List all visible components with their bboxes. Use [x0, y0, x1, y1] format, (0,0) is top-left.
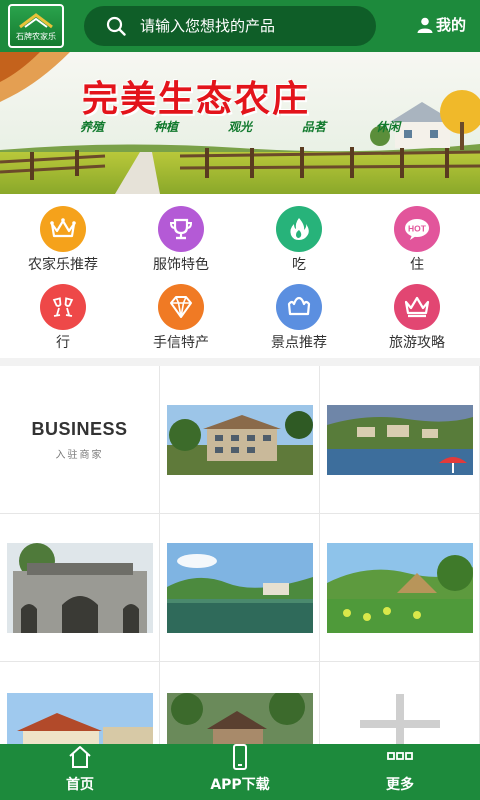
- roof-logo-icon: [19, 13, 53, 29]
- category-icon-bg: [40, 284, 86, 330]
- category-icon-bg: HOT: [394, 206, 440, 252]
- phone-icon: [233, 744, 247, 770]
- svg-text:HOT: HOT: [408, 224, 427, 234]
- garden-pavilion-photo: [326, 542, 473, 633]
- tab-label: APP下载: [210, 777, 270, 793]
- merchant-card[interactable]: [160, 514, 319, 661]
- banner-tags: 养殖 种植 观光 品茗 休闲: [80, 118, 400, 135]
- flame-icon: [290, 218, 309, 240]
- category-xing[interactable]: 行: [3, 284, 123, 352]
- business-entry: BUSINESS 入驻商家: [31, 419, 127, 461]
- merchant-card[interactable]: [160, 366, 319, 513]
- category-jingdian[interactable]: 景点推荐: [239, 284, 359, 352]
- tab-home[interactable]: 首页: [0, 744, 160, 800]
- category-label: 景点推荐: [271, 335, 327, 351]
- category-label: 行: [56, 335, 70, 351]
- merchant-card[interactable]: [320, 514, 479, 661]
- banner-tag: 休闲: [375, 120, 400, 134]
- crown-icon: [50, 218, 76, 238]
- category-icon-bg: [276, 206, 322, 252]
- crown-icon: [287, 296, 311, 316]
- diamond-icon: [170, 296, 192, 318]
- category-label: 手信特产: [153, 335, 209, 351]
- app-logo[interactable]: 石牌农家乐: [8, 4, 64, 48]
- business-title: BUSINESS: [31, 418, 128, 439]
- trophy-icon: [169, 218, 193, 240]
- category-icon-bg: [40, 206, 86, 252]
- top-bar: 石牌农家乐 我的: [0, 0, 480, 52]
- category-icon-bg: [158, 206, 204, 252]
- category-icon-bg: [158, 284, 204, 330]
- category-chi[interactable]: 吃: [239, 206, 359, 274]
- logo-text: 石牌农家乐: [16, 32, 56, 41]
- category-grid: 农家乐推荐 服饰特色 吃 HOT 住 行 手信特产 景点推荐 旅游攻略: [0, 194, 480, 358]
- category-shouxin[interactable]: 手信特产: [121, 284, 241, 352]
- category-zhu[interactable]: HOT 住: [357, 206, 477, 274]
- tab-label: 更多: [386, 777, 414, 793]
- merchant-card[interactable]: [160, 662, 319, 744]
- placeholder-plus-icon: [359, 693, 440, 744]
- tab-more[interactable]: 更多: [320, 744, 480, 800]
- bottom-nav: 首页 APP下载 更多: [0, 744, 480, 800]
- account-label: 我的: [435, 16, 466, 34]
- merchant-card[interactable]: [0, 514, 159, 661]
- banner-tag: 观光: [227, 120, 252, 134]
- village-photo: [166, 692, 313, 744]
- banner-tag: 种植: [153, 120, 178, 134]
- stone-gate-photo: [6, 542, 153, 633]
- category-nongjiale[interactable]: 农家乐推荐: [3, 206, 123, 274]
- more-icon: [387, 752, 413, 760]
- crown-icon: [404, 296, 430, 318]
- category-gonglue[interactable]: 旅游攻略: [357, 284, 477, 352]
- search-input[interactable]: [140, 17, 360, 35]
- hot-icon: HOT: [405, 219, 429, 240]
- category-label: 住: [410, 257, 424, 273]
- banner-tag: 品茗: [301, 120, 326, 134]
- home-icon: [69, 746, 91, 768]
- villa-photo: [166, 404, 313, 475]
- category-label: 服饰特色: [153, 257, 209, 273]
- category-icon-bg: [394, 284, 440, 330]
- merchant-card[interactable]: [320, 366, 479, 513]
- search-icon: [106, 16, 126, 36]
- merchant-card[interactable]: [320, 662, 479, 744]
- wine-glasses-icon: [52, 297, 74, 317]
- tab-label: 首页: [66, 777, 94, 793]
- category-fushi[interactable]: 服饰特色: [121, 206, 241, 274]
- user-icon: [417, 17, 433, 33]
- merchant-card[interactable]: [0, 662, 159, 744]
- category-label: 吃: [292, 257, 306, 273]
- business-entry-card[interactable]: BUSINESS 入驻商家: [0, 366, 159, 513]
- search-bar[interactable]: [84, 6, 376, 46]
- merchant-grid: BUSINESS 入驻商家: [0, 366, 480, 744]
- category-label: 农家乐推荐: [28, 257, 98, 273]
- tab-app-download[interactable]: APP下载: [160, 744, 320, 800]
- banner-title: 完美生态农庄: [82, 78, 311, 120]
- app-root: 石牌农家乐 我的: [0, 0, 480, 800]
- category-label: 旅游攻略: [389, 335, 445, 351]
- farmhouse-photo: [6, 692, 153, 744]
- category-icon-bg: [276, 284, 322, 330]
- account-button[interactable]: 我的: [417, 14, 466, 35]
- promo-banner[interactable]: 完美生态农庄 养殖 种植 观光 品茗 休闲: [0, 52, 480, 194]
- banner-tag: 养殖: [80, 120, 105, 134]
- mountain-lake-photo: [166, 542, 313, 633]
- lakeside-resort-photo: [326, 404, 473, 475]
- business-subtitle: 入驻商家: [55, 449, 104, 461]
